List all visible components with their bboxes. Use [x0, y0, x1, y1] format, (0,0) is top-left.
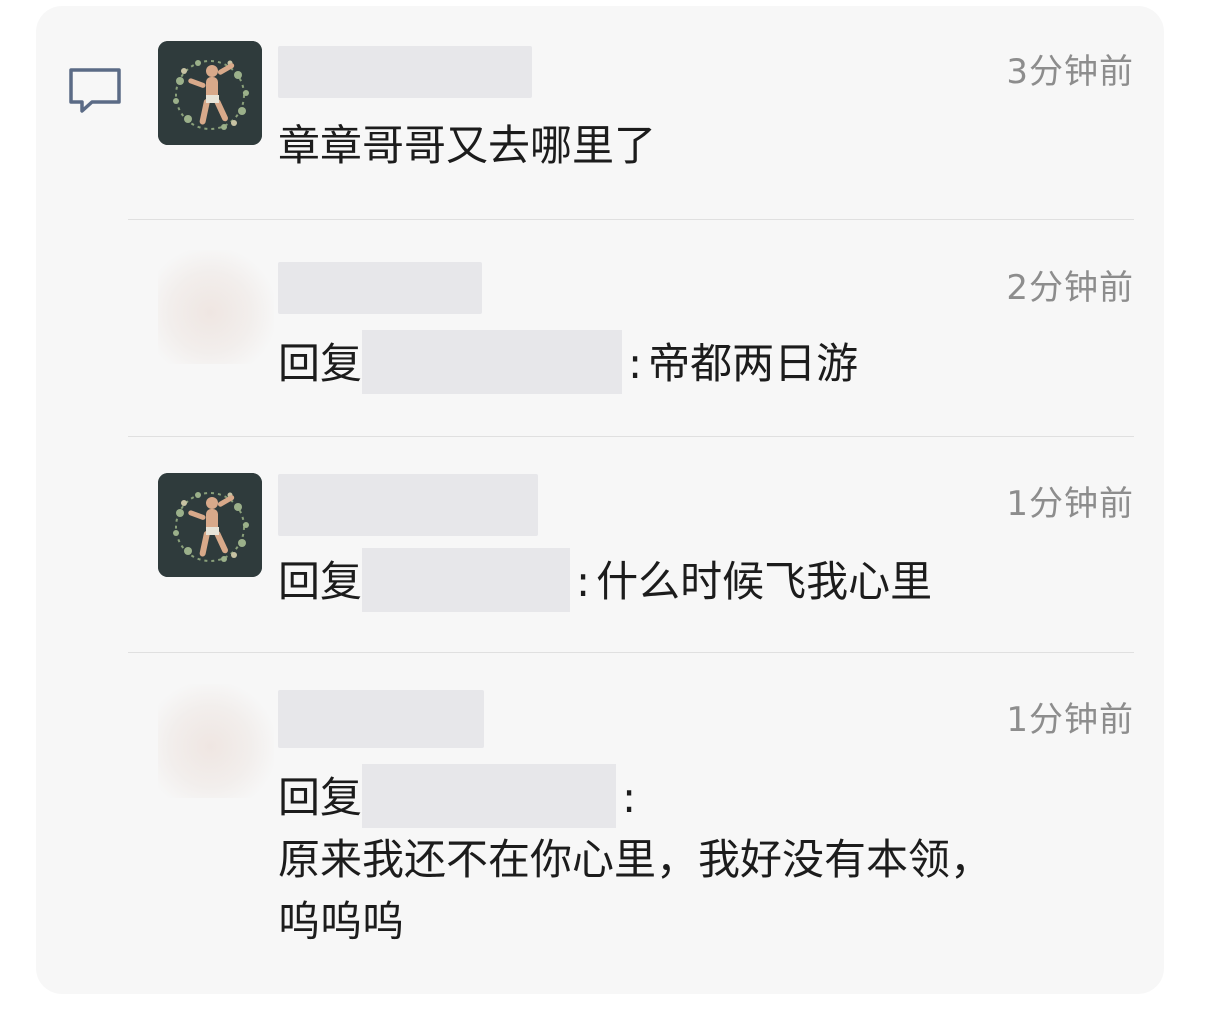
comment-item[interactable]: 2分钟前 回复: 帝都两日游: [128, 250, 1134, 420]
reply-colon: :: [628, 339, 643, 388]
comment-text: 呜呜呜: [278, 897, 405, 946]
author-name-redacted: [278, 46, 532, 98]
reply-target-redacted[interactable]: [362, 330, 623, 394]
divider: [128, 436, 1134, 437]
comment-text: 什么时候飞我心里: [596, 557, 933, 606]
divider: [128, 219, 1134, 220]
comment-bubble-icon[interactable]: [66, 66, 124, 116]
avatar-redacted: [158, 684, 274, 798]
reply-line: 回复: 帝都两日游: [278, 330, 859, 394]
avatar-redacted: [158, 250, 274, 364]
comment-text: 章章哥哥又去哪里了: [278, 121, 657, 170]
avatar-figure-illustration: [158, 473, 262, 577]
comment-item[interactable]: 1分钟前 回复: 原来我还不在你心里，我好没有本领， 呜呜呜: [128, 684, 1134, 974]
reply-colon: :: [576, 557, 591, 606]
reply-prefix: 回复: [278, 773, 363, 822]
avatar[interactable]: [158, 473, 262, 577]
reply-colon: :: [622, 773, 637, 822]
comment-text: 帝都两日游: [648, 339, 859, 388]
timestamp: 3分钟前: [1006, 52, 1134, 92]
avatar-figure-illustration: [158, 41, 262, 145]
author-name-redacted: [278, 262, 482, 314]
comment-item[interactable]: 3分钟前 章章哥哥又去哪里了: [128, 40, 1134, 200]
comment-text: 原来我还不在你心里，我好没有本领，: [278, 835, 993, 884]
author-name-redacted: [278, 690, 484, 748]
divider: [128, 652, 1134, 653]
timestamp: 1分钟前: [1006, 484, 1134, 524]
author-name-redacted: [278, 474, 538, 536]
reply-line: 回复: 什么时候飞我心里: [278, 548, 933, 612]
comment-item[interactable]: 1分钟前 回复: 什么时候飞我心里: [128, 472, 1134, 632]
reply-target-redacted[interactable]: [362, 764, 617, 828]
timestamp: 2分钟前: [1006, 268, 1134, 308]
timestamp: 1分钟前: [1006, 700, 1134, 740]
reply-prefix: 回复: [278, 339, 363, 388]
avatar[interactable]: [158, 41, 262, 145]
reply-prefix: 回复: [278, 557, 363, 606]
reply-line: 回复:: [278, 764, 642, 828]
reply-target-redacted[interactable]: [362, 548, 571, 612]
